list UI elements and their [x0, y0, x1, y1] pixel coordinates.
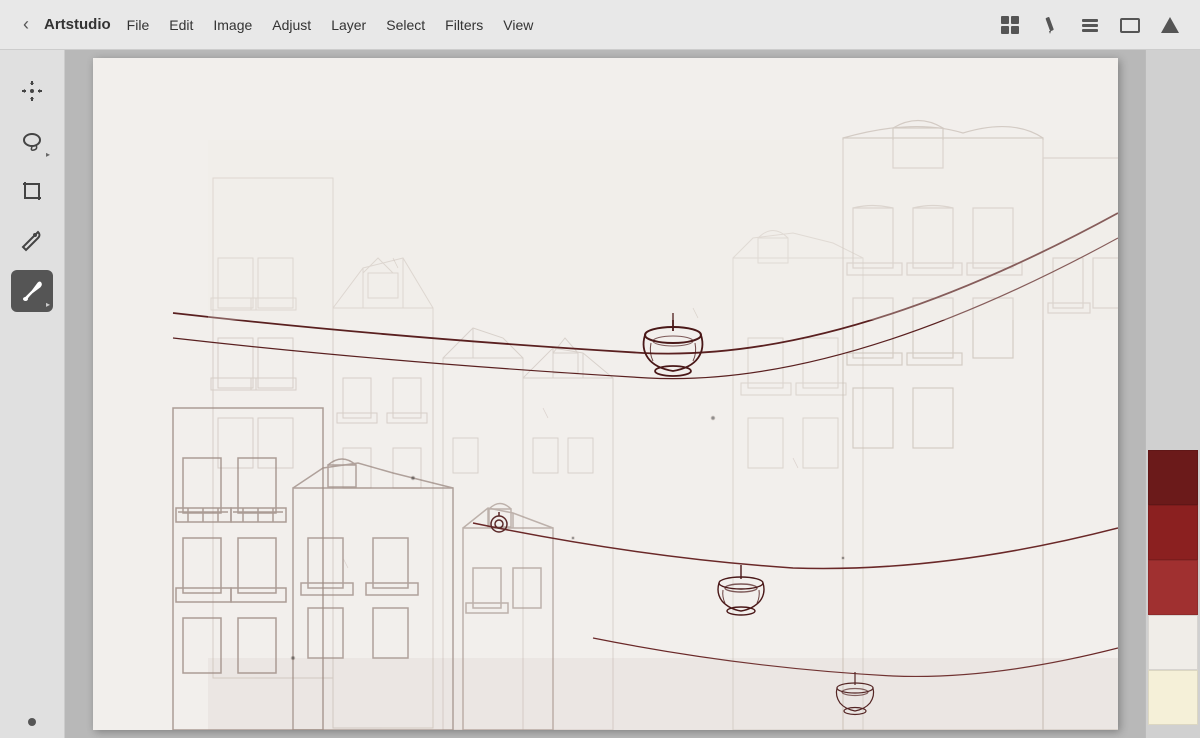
tool-dot [28, 718, 36, 726]
crop-tool[interactable] [11, 170, 53, 212]
left-toolbar: ▸ ▸ [0, 50, 65, 738]
drawing-canvas[interactable] [93, 58, 1118, 730]
color-swatch-5[interactable] [1148, 670, 1198, 725]
menu-adjust[interactable]: Adjust [264, 13, 319, 37]
pencil-button[interactable] [1032, 7, 1068, 43]
grid-button[interactable] [992, 7, 1028, 43]
eyedropper-tool[interactable] [11, 220, 53, 262]
crop-icon [20, 179, 44, 203]
move-icon [20, 79, 44, 103]
menu-layer[interactable]: Layer [323, 13, 374, 37]
menu-image[interactable]: Image [205, 13, 260, 37]
grid-icon [1001, 16, 1019, 34]
layers-icon [1079, 14, 1101, 36]
canvas-area [65, 50, 1145, 738]
warning-button[interactable] [1152, 7, 1188, 43]
menu-file[interactable]: File [119, 13, 158, 37]
right-color-panel [1145, 50, 1200, 738]
color-swatch-3[interactable] [1148, 560, 1198, 615]
back-button[interactable]: ‹ [12, 11, 40, 39]
lasso-icon [20, 129, 44, 153]
menu-view[interactable]: View [495, 13, 541, 37]
app-title: Artstudio [44, 16, 111, 33]
color-swatch-2[interactable] [1148, 505, 1198, 560]
menu-edit[interactable]: Edit [161, 13, 201, 37]
eyedropper-icon [20, 229, 44, 253]
brush-tool[interactable]: ▸ [11, 270, 53, 312]
move-tool[interactable] [11, 70, 53, 112]
brush-arrow: ▸ [46, 300, 50, 309]
brush-icon [20, 279, 44, 303]
frame-button[interactable] [1112, 7, 1148, 43]
lasso-tool[interactable]: ▸ [11, 120, 53, 162]
menu-filters[interactable]: Filters [437, 13, 491, 37]
frame-icon [1119, 14, 1141, 36]
menu-select[interactable]: Select [378, 13, 433, 37]
color-swatch-1[interactable] [1148, 450, 1198, 505]
sketch-artwork [93, 58, 1118, 730]
menubar: ‹ Artstudio File Edit Image Adjust Layer… [0, 0, 1200, 50]
layers-button[interactable] [1072, 7, 1108, 43]
pencil-icon [1040, 15, 1060, 35]
warning-icon [1160, 15, 1180, 35]
lasso-arrow: ▸ [46, 150, 50, 159]
color-swatch-4[interactable] [1148, 615, 1198, 670]
back-icon: ‹ [23, 14, 29, 35]
